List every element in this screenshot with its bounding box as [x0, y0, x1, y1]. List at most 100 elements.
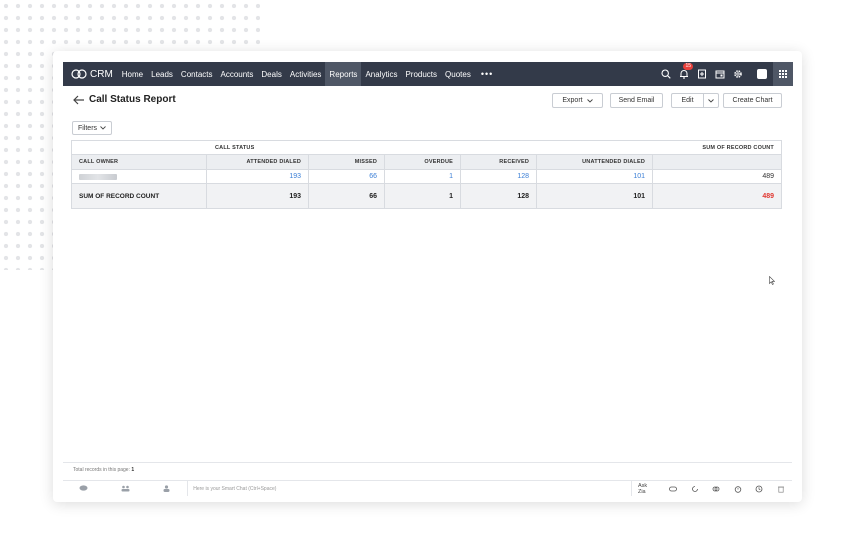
column-header-overdue[interactable]: OVERDUE: [385, 155, 461, 169]
total-records-value: 1: [131, 467, 135, 473]
call-owner-cell: [72, 170, 207, 183]
chevron-down-icon: [708, 98, 714, 103]
page-title: Call Status Report: [89, 94, 176, 105]
footer-divider: [63, 462, 792, 463]
add-record-button[interactable]: [693, 62, 711, 86]
refresh-icon: [691, 485, 698, 492]
bell-icon: [680, 70, 688, 79]
column-header-received[interactable]: RECEIVED: [461, 155, 537, 169]
total-overdue: 1: [385, 184, 461, 208]
chevron-down-icon: [586, 98, 593, 103]
contacts-button[interactable]: [146, 485, 187, 492]
nav-item-accounts[interactable]: Accounts: [217, 62, 258, 86]
attended-dialed-link[interactable]: 193: [207, 170, 309, 183]
column-header-unattended-dialed[interactable]: UNATTENDED DIALED: [537, 155, 653, 169]
missed-link[interactable]: 66: [309, 170, 385, 183]
top-nav: CRM Home Leads Contacts Accounts Deals A…: [63, 62, 793, 86]
nav-item-products[interactable]: Products: [401, 62, 441, 86]
table-totals-row: SUM OF RECORD COUNT 193 66 1 128 101 489: [72, 184, 781, 208]
alarm-clock-icon: [734, 485, 742, 493]
apps-grid-icon: [779, 70, 787, 78]
alarm-button[interactable]: [727, 485, 749, 493]
call-status-header: CALL STATUS: [215, 144, 255, 151]
game-button[interactable]: [662, 485, 684, 493]
trash-icon: [778, 486, 785, 493]
total-missed: 66: [309, 184, 385, 208]
mouse-cursor-icon: [769, 276, 775, 285]
report-table: CALL STATUS SUM OF RECORD COUNT CALL OWN…: [71, 140, 782, 209]
chevron-down-icon: [100, 126, 106, 130]
smart-chat-input[interactable]: Here is your Smart Chat (Ctrl+Space): [187, 481, 631, 496]
notification-badge: 15: [683, 63, 693, 70]
table-group-header-row: CALL STATUS SUM OF RECORD COUNT: [72, 141, 781, 155]
brand-name: CRM: [90, 68, 113, 80]
add-record-icon: [698, 69, 706, 79]
column-header-call-owner[interactable]: CALL OWNER: [72, 155, 207, 169]
filters-label: Filters: [77, 124, 98, 132]
avatar[interactable]: [757, 69, 767, 79]
table-row: 193 66 1 128 101 489: [72, 170, 781, 184]
apps-button[interactable]: [773, 62, 793, 86]
overdue-link[interactable]: 1: [385, 170, 461, 183]
channels-button[interactable]: [104, 485, 145, 492]
export-button[interactable]: Export: [552, 93, 603, 108]
crm-window: CRM Home Leads Contacts Accounts Deals A…: [53, 51, 802, 502]
history-button[interactable]: [749, 485, 771, 493]
gamepad-icon: [668, 486, 677, 491]
received-link[interactable]: 128: [461, 170, 537, 183]
calendar-icon: [715, 70, 725, 79]
crm-logo-icon: [71, 69, 87, 79]
calendar-button[interactable]: [711, 62, 729, 86]
chat-bubble-icon: [79, 485, 88, 491]
unattended-dialed-link[interactable]: 101: [537, 170, 653, 183]
total-attended-dialed: 193: [207, 184, 309, 208]
total-unattended-dialed: 101: [537, 184, 653, 208]
totals-label: SUM OF RECORD COUNT: [72, 184, 207, 208]
search-icon: [661, 69, 671, 79]
column-header-missed[interactable]: MISSED: [309, 155, 385, 169]
nav-item-reports[interactable]: Reports: [325, 62, 362, 86]
person-icon: [163, 485, 170, 492]
ask-zia-button[interactable]: Ask Zia: [630, 481, 662, 496]
nav-item-contacts[interactable]: Contacts: [177, 62, 217, 86]
brand[interactable]: CRM: [63, 62, 118, 86]
total-records: Total records in this page: 1: [73, 467, 134, 473]
nav-more-button[interactable]: •••: [475, 69, 499, 79]
nav-right-tools: 15: [657, 62, 793, 86]
filters-button[interactable]: Filters: [72, 121, 112, 135]
bottom-bar: Here is your Smart Chat (Ctrl+Space) Ask…: [63, 480, 792, 496]
send-email-button[interactable]: Send Email: [610, 93, 663, 108]
column-header-attended-dialed[interactable]: ATTENDED DIALED: [207, 155, 309, 169]
column-header-sum: [653, 155, 781, 169]
edit-options-button[interactable]: [703, 93, 719, 108]
settings-button[interactable]: [729, 62, 747, 86]
group-icon: [121, 485, 130, 492]
back-arrow-icon[interactable]: [73, 95, 85, 105]
notifications-button[interactable]: 15: [675, 62, 693, 86]
create-chart-button[interactable]: Create Chart: [723, 93, 782, 108]
nav-item-deals[interactable]: Deals: [257, 62, 285, 86]
trash-button[interactable]: [770, 485, 792, 493]
nav-item-leads[interactable]: Leads: [147, 62, 177, 86]
refresh-button[interactable]: [684, 485, 706, 493]
link-button[interactable]: [705, 485, 727, 493]
row-sum-value: 489: [762, 173, 774, 180]
blurred-owner-name: [79, 173, 117, 180]
gear-icon: [734, 70, 742, 78]
sum-record-count-header: SUM OF RECORD COUNT: [702, 144, 774, 151]
total-received: 128: [461, 184, 537, 208]
nav-item-quotes[interactable]: Quotes: [441, 62, 475, 86]
search-button[interactable]: [657, 62, 675, 86]
total-records-label: Total records in this page:: [73, 467, 130, 473]
link-icon: [712, 486, 720, 491]
nav-item-activities[interactable]: Activities: [286, 62, 326, 86]
edit-button[interactable]: Edit: [671, 93, 704, 108]
chats-button[interactable]: [63, 485, 104, 492]
history-icon: [756, 485, 763, 492]
nav-item-analytics[interactable]: Analytics: [361, 62, 401, 86]
bottom-right-tools: Ask Zia: [630, 481, 792, 496]
nav-item-home[interactable]: Home: [118, 62, 147, 86]
export-label: Export: [562, 97, 583, 104]
grand-total-value: 489: [762, 192, 774, 200]
table-column-header-row: CALL OWNER ATTENDED DIALED MISSED OVERDU…: [72, 155, 781, 170]
